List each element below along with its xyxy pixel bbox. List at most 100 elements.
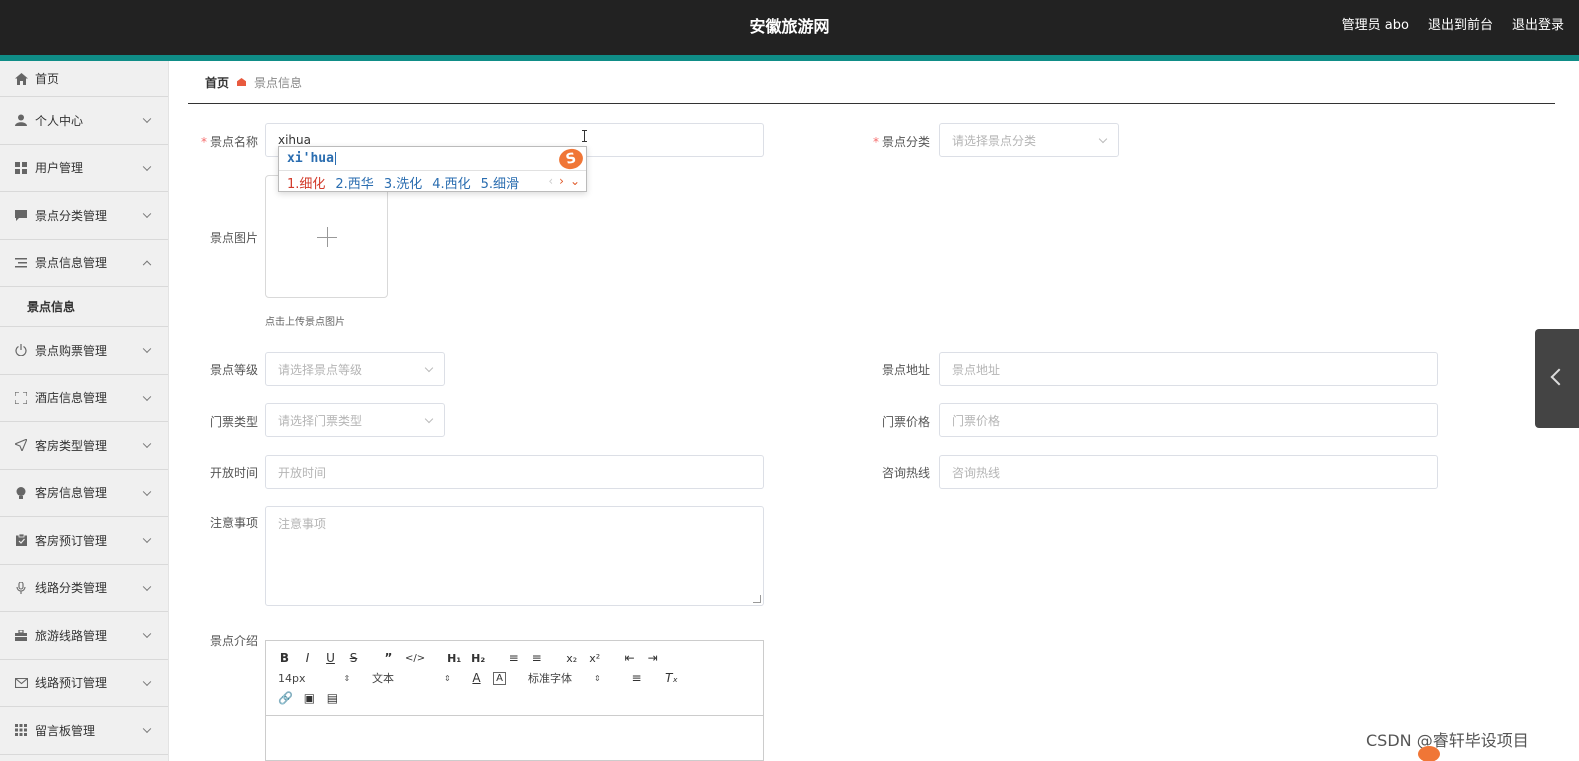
resize-handle-icon[interactable] (753, 595, 761, 603)
sidebar-item-label: 留言板管理 (35, 723, 96, 738)
font-family-select[interactable]: 标准字体 ⇕ (528, 670, 624, 686)
scenic-address-label: 景点地址 (881, 363, 930, 377)
paragraph-select[interactable]: 文本 ⇕ (372, 670, 470, 686)
background-color-icon[interactable]: A (493, 671, 506, 685)
clipboard-icon (14, 533, 28, 547)
bold-icon[interactable]: B (278, 651, 291, 665)
logout-link[interactable]: 退出登录 (1512, 14, 1564, 33)
apps-icon (14, 723, 28, 737)
scenic-category-select[interactable]: 请选择景点分类 (939, 123, 1119, 157)
scenic-image-label: 景点图片 (209, 231, 258, 245)
sidebar-item-travel-route[interactable]: 旅游线路管理 (0, 612, 168, 660)
scenic-level-select[interactable]: 请选择景点等级 (265, 352, 445, 386)
image-upload-button[interactable] (265, 175, 388, 298)
chevron-down-icon (424, 363, 434, 373)
ime-candidate[interactable]: 4.西化 (432, 173, 470, 192)
breadcrumb-home-icon (237, 78, 247, 86)
chevron-down-icon (424, 414, 434, 424)
clear-format-icon[interactable]: Tₓ (665, 671, 678, 685)
breadcrumb-home[interactable]: 首页 (205, 74, 229, 91)
sidebar-item-profile[interactable]: 个人中心 (0, 97, 168, 145)
ticket-price-input[interactable]: 门票价格 (939, 403, 1438, 437)
underline-icon[interactable]: U (324, 651, 337, 665)
scenic-address-input[interactable]: 景点地址 (939, 352, 1438, 386)
font-color-icon[interactable]: A (470, 671, 483, 685)
sidebar-item-room-booking[interactable]: 客房预订管理 (0, 517, 168, 565)
chevron-up-icon (142, 260, 152, 269)
home-icon (14, 72, 28, 86)
sogou-logo-icon: S (557, 146, 585, 172)
chevron-down-icon (142, 724, 152, 734)
sidebar-item-scenic-info[interactable]: 景点信息管理 (0, 240, 168, 287)
admin-user-label: 管理员 abo (1341, 18, 1409, 33)
h1-icon[interactable]: H₁ (447, 652, 461, 665)
chevron-down-icon (142, 439, 152, 449)
sidebar-item-label: 客房信息管理 (35, 486, 108, 501)
sidebar-item-route-category[interactable]: 线路分类管理 (0, 565, 168, 612)
open-time-label: 开放时间 (209, 466, 258, 480)
sidebar-item-hotel[interactable]: 酒店信息管理 (0, 375, 168, 422)
sidebar-item-users[interactable]: 用户管理 (0, 145, 168, 192)
chevron-down-icon (142, 392, 152, 401)
watermark: CSDN @睿轩毕设项目 (1366, 731, 1529, 750)
ime-expand-icon[interactable]: ⌄ (570, 174, 580, 188)
hotline-input[interactable]: 咨询热线 (939, 455, 1438, 489)
ordered-list-icon[interactable]: ≡ (507, 651, 520, 665)
top-header: 安徽旅游网 管理员 abo 退出到前台 退出登录 (0, 0, 1579, 55)
scenic-name-label: * 景点名称 (200, 135, 258, 149)
notice-textarea[interactable]: 注意事项 (265, 506, 764, 606)
image-upload-tip: 点击上传景点图片 (265, 317, 345, 328)
header-actions: 管理员 abo 退出到前台 退出登录 (1342, 14, 1564, 33)
sidebar-item-message-board[interactable]: 留言板管理 (0, 707, 168, 755)
chevron-down-icon (142, 677, 152, 686)
superscript-icon[interactable]: x² (588, 652, 601, 665)
sidebar-item-room-info[interactable]: 客房信息管理 (0, 470, 168, 517)
ime-candidates: 1.细化 2.西华 3.洗化 4.西化 5.细滑 (287, 173, 519, 192)
hotline-label: 咨询热线 (881, 466, 930, 480)
sidebar-item-route-booking[interactable]: 线路预订管理 (0, 660, 168, 707)
open-time-input[interactable]: 开放时间 (265, 455, 764, 489)
outdent-icon[interactable]: ⇤ (623, 651, 636, 665)
chevron-down-icon (142, 209, 152, 219)
image-icon[interactable]: ▣ (303, 691, 316, 705)
chevron-down-icon (142, 534, 152, 544)
ime-candidate[interactable]: 1.细化 (287, 173, 325, 192)
ime-candidate[interactable]: 3.洗化 (384, 173, 422, 192)
side-panel-toggle[interactable] (1535, 329, 1579, 428)
sidebar-item-home[interactable]: 首页 (0, 61, 168, 97)
strike-icon[interactable]: S (347, 651, 360, 665)
indent-icon[interactable]: ⇥ (646, 651, 659, 665)
sogou-tray-icon (1418, 746, 1440, 761)
align-icon[interactable]: ≡ (630, 671, 643, 685)
sidebar-item-ticket[interactable]: 景点购票管理 (0, 327, 168, 375)
ime-candidate[interactable]: 2.西华 (335, 173, 373, 192)
sidebar-subitem-scenic-info[interactable]: 景点信息 (0, 287, 168, 327)
sidebar-item-room-type[interactable]: 客房类型管理 (0, 422, 168, 470)
sidebar-item-label: 景点信息管理 (35, 256, 108, 271)
video-icon[interactable]: ▤ (326, 691, 339, 705)
exit-to-front-link[interactable]: 退出到前台 (1428, 14, 1493, 33)
ticket-type-select[interactable]: 请选择门票类型 (265, 403, 445, 437)
sidebar-item-label: 首页 (35, 72, 60, 86)
code-icon[interactable]: </> (405, 653, 425, 664)
chat-icon (14, 208, 28, 222)
ime-prev-icon[interactable]: ‹ (548, 174, 553, 188)
font-size-select[interactable]: 14px ⇕ (278, 672, 366, 685)
suitcase-icon (14, 628, 28, 642)
ime-next-icon[interactable]: › (559, 174, 564, 188)
ticket-price-label: 门票价格 (881, 415, 930, 429)
ime-candidate[interactable]: 5.细滑 (481, 173, 519, 192)
list-icon (14, 256, 28, 270)
blockquote-icon[interactable]: ” (382, 651, 395, 665)
sidebar-item-scenic-category[interactable]: 景点分类管理 (0, 192, 168, 240)
italic-icon[interactable]: I (301, 651, 314, 665)
breadcrumb: 首页 景点信息 (188, 61, 1555, 104)
sidebar-item-label: 个人中心 (35, 113, 84, 128)
subscript-icon[interactable]: x₂ (565, 652, 578, 665)
h2-icon[interactable]: H₂ (471, 652, 485, 665)
bullet-list-icon[interactable]: ≡ (530, 651, 543, 665)
scenic-level-label: 景点等级 (209, 363, 258, 377)
fullscreen-icon (14, 391, 28, 405)
intro-label: 景点介绍 (209, 634, 258, 648)
link-icon[interactable]: 🔗 (278, 691, 293, 705)
